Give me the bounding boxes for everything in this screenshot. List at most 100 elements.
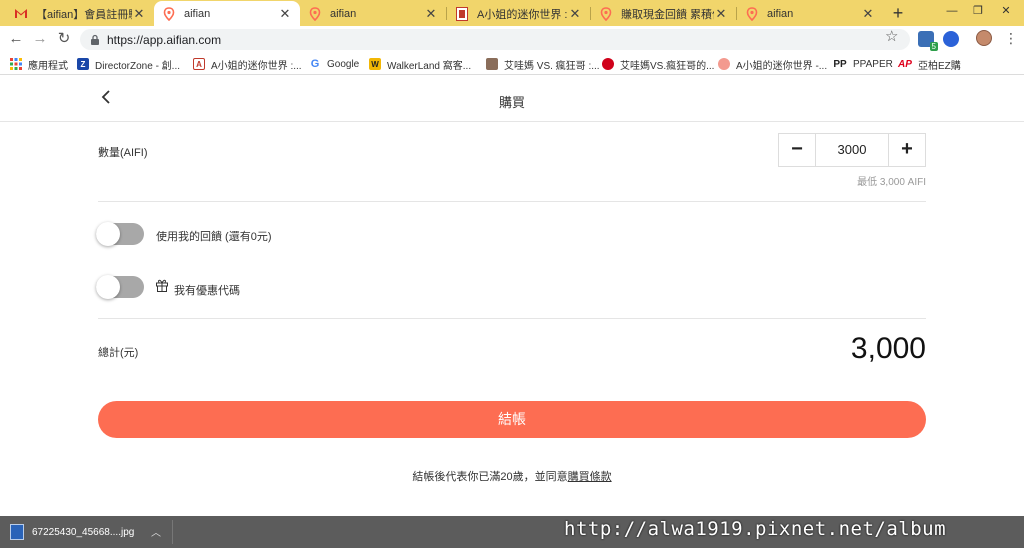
terms-text: 結帳後代表你已滿20歲，並同意 (412, 471, 568, 483)
blog-icon (455, 6, 469, 21)
extension-badge: 5 (929, 42, 938, 51)
ppaper-icon: PP (833, 58, 847, 70)
bookmark-label: PPAPER (853, 58, 893, 70)
tab-aifian-last[interactable]: aifian ✕ (737, 1, 883, 26)
url-text: https://app.aifian.com (107, 33, 222, 47)
tab-title: 【aifian】會員註冊驗證 (36, 8, 132, 21)
new-tab-button[interactable]: + (888, 3, 908, 23)
aifian-pin-icon (745, 6, 759, 21)
use-rewards-toggle[interactable] (96, 222, 144, 246)
bookmark-aiwa-pin[interactable]: 艾哇媽VS.瘋狂哥的... (602, 57, 715, 72)
divider (98, 318, 926, 319)
bookmark-blog-2[interactable]: A小姐的迷你世界 -... (718, 57, 828, 72)
total-label: 總計(元) (98, 347, 139, 359)
bookmark-walkerland[interactable]: W WalkerLand 窩客... (369, 57, 472, 72)
bookmark-directorzone[interactable]: Z DirectorZone - 創... (77, 57, 181, 72)
download-item[interactable]: 67225430_45668....jpg (10, 521, 134, 543)
back-arrow-icon[interactable]: ← (6, 29, 26, 49)
tab-title: 賺取現金回饋 累積信用 (621, 8, 714, 21)
bookmark-ap[interactable]: AP 亞柏EZ購 (898, 57, 961, 72)
bookmark-label: A小姐的迷你世界 -... (736, 60, 828, 72)
bookmark-blog[interactable]: A A小姐的迷你世界 :... (193, 57, 302, 72)
walkerland-icon: W (369, 58, 381, 70)
minimize-window-icon[interactable]: — (942, 2, 962, 20)
checkout-button[interactable]: 結帳 (98, 401, 926, 438)
bookmark-star-icon[interactable]: ☆ (885, 27, 898, 45)
profile-avatar[interactable] (976, 30, 992, 46)
close-window-icon[interactable]: ✕ (996, 2, 1016, 20)
tab-title: aifian (184, 7, 211, 20)
toggle-knob (96, 222, 120, 246)
terms-note: 結帳後代表你已滿20歲，並同意購買條款 (0, 468, 1024, 484)
reload-icon[interactable]: ↻ (54, 29, 74, 49)
photo-icon (486, 58, 498, 70)
purchase-page: 購買 數量(AIFI) − 3000 + 最低 3,000 AIFI 使用我的回… (0, 76, 1024, 516)
chevron-up-icon[interactable]: ︿ (151, 524, 161, 539)
tab-aifian[interactable]: aifian ✕ (300, 1, 446, 26)
bookmark-label: DirectorZone - 創... (95, 60, 181, 72)
tab-rewards[interactable]: 賺取現金回饋 累積信用 ✕ (591, 1, 736, 26)
close-tab-icon[interactable]: ✕ (278, 6, 292, 22)
google-icon: G (309, 58, 321, 70)
lock-icon (91, 34, 99, 45)
forward-arrow-icon[interactable]: → (30, 29, 50, 49)
tab-title: A小姐的迷你世界 :: 擺卷 (477, 8, 568, 21)
divider (98, 201, 926, 202)
dz-icon: Z (77, 58, 89, 70)
minimum-note: 最低 3,000 AIFI (857, 177, 926, 188)
ap-icon: AP (898, 58, 912, 70)
close-tab-icon[interactable]: ✕ (568, 6, 582, 22)
bookmark-label: 應用程式 (28, 60, 68, 72)
aifian-pin-icon (599, 6, 613, 21)
quantity-label: 數量(AIFI) (98, 147, 148, 159)
coupon-toggle[interactable] (96, 275, 144, 299)
coupon-label: 我有優惠代碼 (174, 285, 240, 297)
bookmark-google[interactable]: G Google (309, 57, 359, 71)
bookmark-label: WalkerLand 窩客... (387, 60, 472, 72)
bookmark-aiwa-photo[interactable]: 艾哇媽 VS. 瘋狂哥 :... (486, 57, 600, 72)
bookmark-apps[interactable]: 應用程式 (10, 57, 68, 72)
blog-icon (718, 58, 730, 70)
quantity-input[interactable]: 3000 (815, 134, 889, 166)
page-header: 購買 (0, 76, 1024, 122)
tab-gmail[interactable]: 【aifian】會員註冊驗證 ✕ (6, 1, 154, 26)
address-bar[interactable]: https://app.aifian.com (80, 29, 910, 50)
blog-icon: A (193, 58, 205, 70)
tab-title: aifian (767, 7, 794, 20)
aifian-pin-icon (308, 6, 322, 21)
purchase-terms-link[interactable]: 購買條款 (568, 471, 612, 483)
close-tab-icon[interactable]: ✕ (424, 6, 438, 22)
decrease-button[interactable]: − (779, 134, 815, 166)
shelf-separator (172, 520, 173, 544)
apps-grid-icon (10, 58, 22, 70)
bookmark-label: 艾哇媽VS.瘋狂哥的... (620, 60, 715, 72)
bookmark-label: 亞柏EZ購 (918, 60, 961, 72)
tab-title: aifian (330, 7, 357, 20)
close-tab-icon[interactable]: ✕ (132, 6, 146, 22)
tab-aifian-active[interactable]: aifian ✕ (154, 1, 300, 26)
restore-window-icon[interactable]: ❐ (968, 2, 988, 20)
bookmark-label: 艾哇媽 VS. 瘋狂哥 :... (504, 60, 600, 72)
page-title: 購買 (498, 95, 525, 110)
close-tab-icon[interactable]: ✕ (714, 6, 728, 22)
close-tab-icon[interactable]: ✕ (861, 6, 875, 22)
browser-menu-icon[interactable]: ⋮ (1004, 29, 1018, 47)
pin-icon (602, 58, 614, 70)
bookmark-label: Google (327, 58, 360, 70)
tab-blog[interactable]: A小姐的迷你世界 :: 擺卷 ✕ (447, 1, 590, 26)
gmail-icon (14, 7, 28, 21)
watermark-text: http://alwa1919.pixnet.net/album (564, 518, 947, 540)
bookmarks-bar: 應用程式 Z DirectorZone - 創... A A小姐的迷你世界 :.… (0, 52, 1024, 75)
increase-button[interactable]: + (889, 134, 925, 166)
bookmark-label: A小姐的迷你世界 :... (211, 60, 302, 72)
extension-shield-icon[interactable] (943, 31, 959, 47)
aifian-pin-icon (162, 6, 176, 21)
download-file-name: 67225430_45668....jpg (32, 526, 135, 538)
bookmark-ppaper[interactable]: PP PPAPER (833, 57, 893, 71)
gift-icon (156, 279, 168, 292)
browser-toolbar: ← → ↻ https://app.aifian.com (0, 26, 1024, 52)
toggle-knob (96, 275, 120, 299)
extension-translate-icon[interactable]: 5 (918, 31, 938, 51)
use-rewards-label: 使用我的回饋 (還有0元) (156, 231, 272, 243)
image-file-icon (10, 524, 24, 540)
